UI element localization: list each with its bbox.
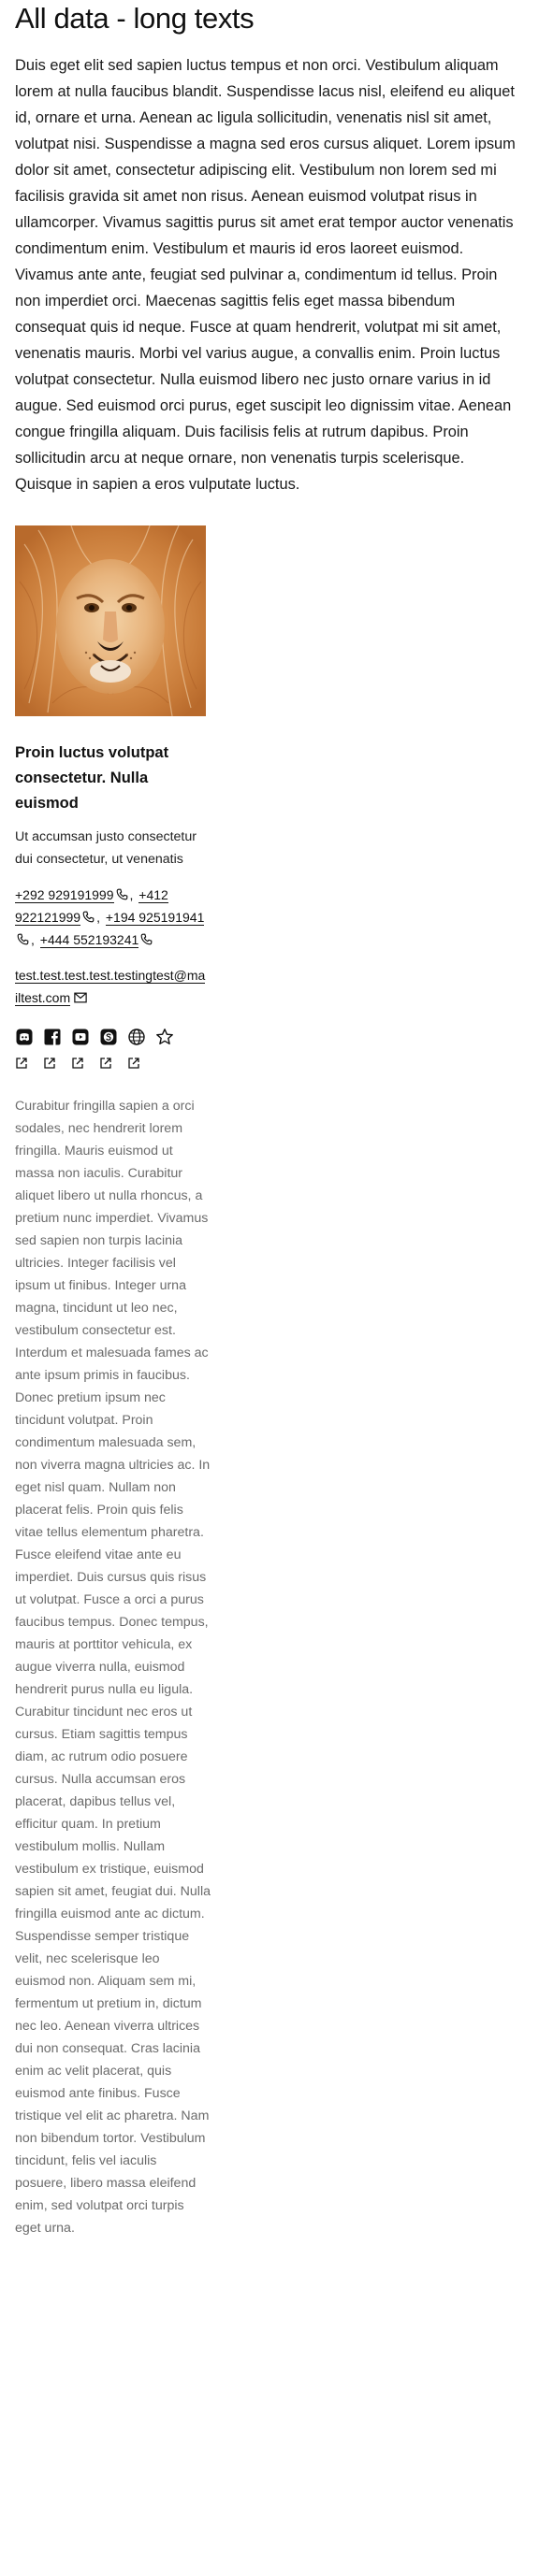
- phone-icon: [82, 911, 95, 923]
- star-icon[interactable]: [155, 1026, 183, 1048]
- intro-text: Duis eget elit sed sapien luctus tempus …: [15, 57, 516, 493]
- phone-link-4[interactable]: +444 552193241: [39, 932, 139, 948]
- phone-link-3[interactable]: +194 925191941: [105, 910, 205, 926]
- email-block: test.test.test.test.testingtest@mailtest…: [15, 964, 206, 1009]
- phone-separator: ,: [31, 932, 35, 947]
- youtube-icon[interactable]: [71, 1026, 99, 1048]
- phone-icon: [140, 933, 153, 945]
- phone-separator: ,: [96, 910, 100, 925]
- globe-icon[interactable]: [127, 1026, 155, 1048]
- page: All data - long texts Duis eget elit sed…: [0, 0, 539, 2239]
- phone-link-1[interactable]: +292 929191999: [15, 887, 114, 903]
- external-link-icon[interactable]: [15, 1052, 43, 1074]
- phone-icon: [116, 888, 127, 900]
- card-subtitle: Ut accumsan justo consectetur dui consec…: [15, 829, 197, 867]
- external-link-icon[interactable]: [127, 1052, 155, 1074]
- phone-icon: [17, 933, 29, 945]
- profile-card: Proin luctus volutpat consectetur. Nulla…: [15, 525, 211, 2239]
- lion-photo: [15, 525, 206, 716]
- page-title: All data - long texts: [15, 2, 255, 35]
- email-link[interactable]: test.test.test.test.testingtest@mailtest…: [15, 968, 206, 1006]
- phone-list: +292 929191999, +412 922121999, +194 925…: [15, 884, 206, 951]
- card-body-text: Curabitur fringilla sapien a orci sodale…: [15, 1099, 211, 2236]
- external-link-icon[interactable]: [99, 1052, 127, 1074]
- phone-separator: ,: [129, 887, 134, 902]
- discord-icon[interactable]: [15, 1026, 43, 1048]
- social-links: [15, 1026, 206, 1074]
- external-link-icon[interactable]: [43, 1052, 71, 1074]
- facebook-icon[interactable]: [43, 1026, 71, 1048]
- mail-icon: [74, 992, 87, 1003]
- skype-icon[interactable]: [99, 1026, 127, 1048]
- external-link-icon[interactable]: [71, 1052, 99, 1074]
- card-title: Proin luctus volutpat consectetur. Nulla…: [15, 744, 169, 812]
